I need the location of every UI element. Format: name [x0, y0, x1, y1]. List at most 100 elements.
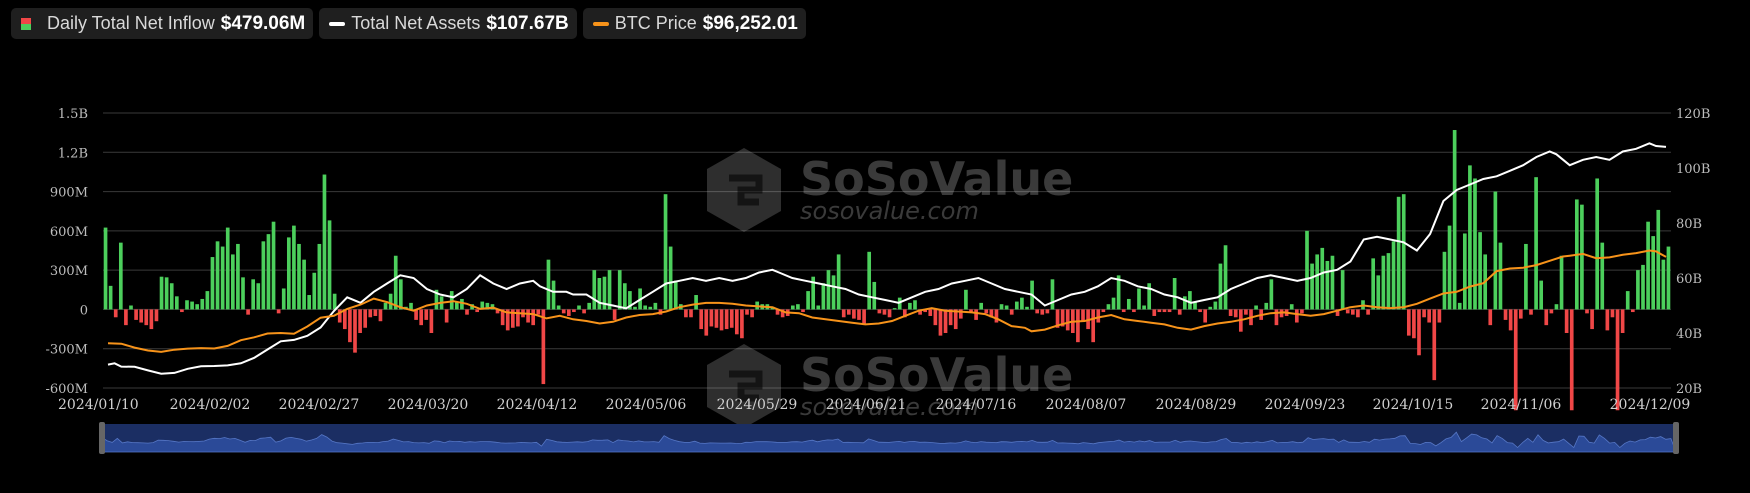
inflow-bar [185, 300, 189, 310]
inflow-bar [826, 270, 831, 310]
inflow-bar [195, 304, 200, 310]
navigator-right-handle-icon[interactable] [1673, 422, 1679, 454]
inflow-bar [862, 309, 866, 324]
inflow-bar [1198, 309, 1202, 313]
inflow-bar [1177, 309, 1182, 315]
inflow-bar [709, 309, 714, 327]
inflow-bar [1386, 253, 1391, 310]
inflow-bar [572, 309, 576, 313]
inflow-bar [1524, 243, 1528, 310]
inflow-bar [790, 305, 795, 310]
inflow-bar [1580, 204, 1584, 310]
inflow-bar [1641, 264, 1645, 310]
inflow-bar [1081, 309, 1085, 322]
inflow-bar [1518, 309, 1523, 319]
inflow-bar [872, 281, 877, 310]
inflow-bar [1172, 278, 1177, 310]
inflow-bar [1050, 279, 1055, 310]
x-tick-label: 2024/12/09 [1610, 397, 1691, 413]
inflow-bar [230, 254, 235, 310]
inflow-bar [475, 309, 480, 313]
inflow-bar [994, 309, 999, 323]
inflow-bar [1218, 263, 1223, 310]
inflow-bar [169, 283, 174, 310]
inflow-bar [281, 288, 286, 310]
watermark-url: sosovalue.com [800, 197, 979, 225]
inflow-bar [144, 309, 149, 326]
inflow-bar [261, 241, 266, 310]
inflow-bar [1437, 309, 1442, 323]
inflow-bar [882, 309, 887, 315]
inflow-bar [689, 309, 693, 318]
inflow-bar [342, 309, 347, 330]
inflow-bar [1330, 255, 1335, 310]
inflow-bar [1208, 306, 1213, 310]
inflow-bar [1223, 245, 1228, 310]
inflow-bar [108, 285, 113, 310]
inflow-bar [1636, 270, 1640, 310]
inflow-bar [1585, 309, 1589, 314]
navigator-left-handle-icon[interactable] [99, 422, 105, 454]
inflow-bar [1600, 242, 1605, 310]
inflow-bar [1315, 254, 1320, 310]
inflow-bar [1101, 309, 1106, 313]
y-tick-label-right: 80B [1676, 217, 1702, 232]
inflow-bar [1325, 260, 1330, 310]
inflow-bar [1132, 309, 1136, 313]
inflow-bar [1340, 270, 1345, 310]
inflow-bar [1269, 279, 1274, 310]
inflow-bar [877, 309, 882, 314]
y-tick-label: 900M [50, 186, 88, 201]
inflow-bar [1020, 297, 1024, 310]
inflow-bar [1045, 309, 1050, 314]
inflow-bar [353, 309, 357, 353]
inflow-bar [205, 291, 210, 310]
inflow-bar [1244, 309, 1248, 315]
inflow-bar [1096, 309, 1101, 323]
inflow-bar [1422, 309, 1426, 318]
x-tick-label: 2024/05/06 [606, 397, 687, 413]
chart-canvas: SoSoValue sosovalue.com SoSoValue sosova… [45, 107, 1710, 454]
inflow-bar [673, 280, 678, 310]
y-tick-label: -600M [45, 382, 88, 397]
inflow-bar [1213, 301, 1218, 310]
inflow-bar [714, 309, 719, 328]
inflow-bar [1300, 309, 1304, 314]
y-tick-label-right: 20B [1676, 382, 1702, 397]
inflow-bar [933, 309, 938, 326]
inflow-bar [1498, 242, 1503, 310]
inflow-bar [857, 309, 861, 320]
inflow-bar [597, 278, 602, 310]
x-tick-label: 2024/08/07 [1046, 397, 1127, 413]
inflow-bar [383, 302, 388, 310]
inflow-bar [1233, 309, 1238, 318]
inflow-bar [1620, 309, 1625, 333]
inflow-bar [974, 309, 978, 320]
inflow-bar [1294, 309, 1299, 323]
inflow-bar [465, 309, 469, 315]
inflow-bar [124, 309, 128, 326]
inflow-bar [251, 279, 256, 310]
inflow-bar [1366, 309, 1370, 315]
inflow-bar [1162, 309, 1167, 313]
inflow-bar [1228, 309, 1233, 316]
x-tick-label: 2024/07/16 [936, 397, 1017, 413]
x-tick-label: 2024/02/02 [170, 397, 251, 413]
inflow-bar [1004, 305, 1009, 310]
watermark-logo-icon [707, 148, 781, 232]
inflow-bar [1111, 297, 1116, 310]
inflow-bar [1356, 309, 1360, 318]
inflow-bar [684, 309, 688, 318]
inflow-bar [1432, 309, 1437, 381]
x-tick-label: 2024/11/06 [1481, 397, 1562, 413]
inflow-bar [1014, 301, 1019, 310]
range-navigator[interactable] [99, 422, 1679, 454]
y-axis-right: 120B 100B 80B 60B 40B 20B [1676, 107, 1710, 397]
inflow-bar [582, 309, 586, 314]
inflow-bar [1121, 309, 1126, 313]
inflow-bar [699, 309, 704, 330]
inflow-bar [1605, 309, 1610, 331]
inflow-bar [1320, 247, 1325, 310]
inflow-bar [154, 309, 159, 322]
inflow-bar [429, 309, 434, 333]
